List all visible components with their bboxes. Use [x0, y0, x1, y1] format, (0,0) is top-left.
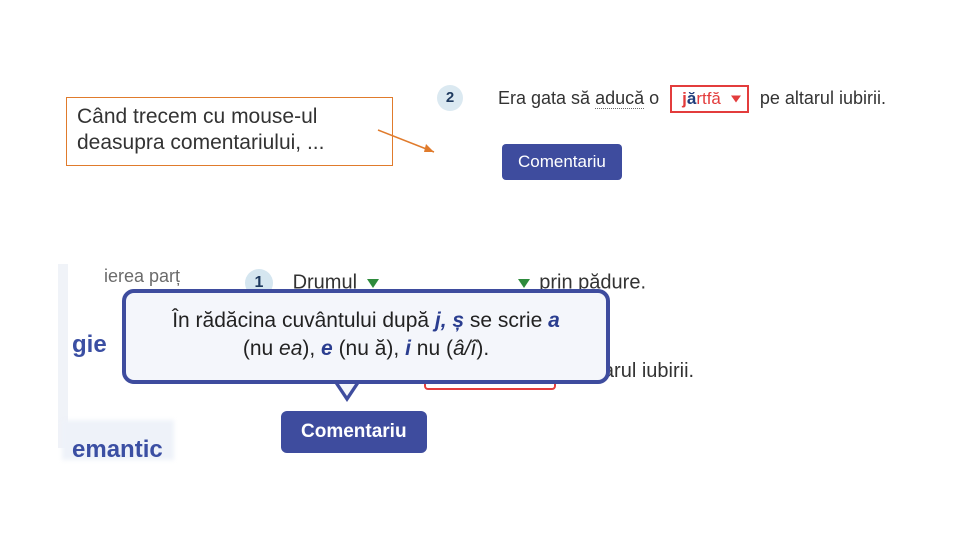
- tooltip-l2-ai: â/î: [453, 337, 476, 360]
- callout-box: Când trecem cu mouse-ul deasupra comenta…: [66, 97, 393, 166]
- q2-sentence: Era gata să aducă o jărtfă pe altarul iu…: [498, 84, 886, 113]
- tooltip-l2-d: nu (: [411, 337, 453, 360]
- question-number-2: 2: [437, 85, 463, 111]
- q2-dotted-word: aducă: [595, 88, 644, 109]
- tooltip-l2-e2: ).: [476, 337, 489, 360]
- comment-button-label: Comentariu: [518, 152, 606, 171]
- tooltip-line1: În rădăcina cuvântului după j, ș se scri…: [144, 307, 588, 335]
- tooltip-l1-js: j, ș: [435, 309, 464, 332]
- callout-text: Când trecem cu mouse-ul deasupra comenta…: [77, 105, 324, 154]
- tooltip-l2-b: ),: [302, 337, 321, 360]
- q2-text-mid: o: [644, 88, 664, 108]
- tooltip-l2-e: e: [321, 337, 333, 360]
- cropped-text-emantic: emantic: [72, 436, 163, 464]
- tooltip-l1-a: În rădăcina cuvântului după: [172, 309, 435, 332]
- comment-button-bottom[interactable]: Comentariu: [281, 411, 427, 453]
- tooltip-l1-b: se scrie: [464, 309, 548, 332]
- chevron-down-green-icon: [518, 279, 530, 288]
- tooltip-line2: (nu ea), e (nu ă), i nu (â/î).: [144, 335, 588, 363]
- chevron-down-icon: [731, 96, 741, 103]
- tooltip-l2-c: (nu ă),: [333, 337, 405, 360]
- cropped-text-gie: gie: [72, 331, 107, 359]
- answer-letter-a: ă: [687, 89, 696, 108]
- tooltip-tail-inner-icon: [339, 384, 355, 396]
- question-number-2-label: 2: [446, 89, 454, 106]
- answer-rest: rtfă: [696, 89, 721, 108]
- tooltip-l2-ea: ea: [279, 337, 302, 360]
- tooltip-l1-a2: a: [548, 309, 560, 332]
- tooltip-l2-a: (nu: [243, 337, 279, 360]
- q2-text-after: pe altarul iubirii.: [755, 88, 886, 108]
- callout-arrow-icon: [376, 122, 446, 162]
- chevron-down-green-icon: [367, 279, 379, 288]
- answer-dropdown[interactable]: jărtfă: [670, 85, 749, 113]
- tooltip-comment: În rădăcina cuvântului după j, ș se scri…: [122, 289, 610, 384]
- cropped-text-topleft: ierea parț: [104, 266, 180, 287]
- comment-button-label: Comentariu: [301, 421, 407, 442]
- q2-text-before: Era gata să: [498, 88, 595, 108]
- comment-button-top[interactable]: Comentariu: [502, 144, 622, 180]
